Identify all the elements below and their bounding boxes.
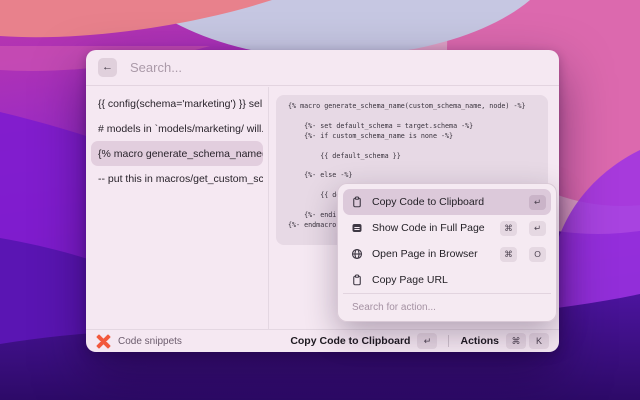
key-badge-return: ↵ — [529, 194, 546, 210]
menu-item-copy-page-url[interactable]: Copy Page URL — [343, 267, 551, 293]
action-menu: Copy Code to Clipboard ↵ Show Code in Fu… — [337, 183, 557, 322]
app-window-icon — [351, 222, 363, 234]
key-badge-return: ↵ — [529, 220, 546, 236]
back-button[interactable]: ← — [98, 58, 117, 77]
menu-item-label: Show Code in Full Page — [372, 222, 485, 234]
key-badge-k: K — [529, 333, 549, 349]
key-badge-o: O — [529, 246, 546, 262]
menu-item-open-in-browser[interactable]: Open Page in Browser ⌘ O — [343, 241, 551, 267]
globe-icon — [351, 248, 363, 260]
desktop: ← {{ config(schema='marketing') }} sel..… — [0, 0, 640, 400]
action-search-input[interactable]: Search for action... — [343, 293, 551, 321]
key-badge-cmd: ⌘ — [506, 333, 526, 349]
menu-item-label: Copy Page URL — [372, 274, 448, 286]
extension-logo-icon — [96, 334, 111, 349]
status-bar: Code snippets Copy Code to Clipboard ↵ A… — [86, 329, 559, 352]
menu-item-copy-code[interactable]: Copy Code to Clipboard ↵ — [343, 189, 551, 215]
search-bar: ← — [86, 50, 559, 86]
key-badge-cmd: ⌘ — [500, 246, 517, 262]
clipboard-icon — [351, 196, 363, 208]
snippet-list-item[interactable]: # models in `models/marketing/ will... — [91, 116, 263, 141]
snippet-list: {{ config(schema='marketing') }} sel... … — [86, 87, 269, 329]
extension-name: Code snippets — [118, 335, 182, 347]
actions-button[interactable]: Actions — [460, 335, 499, 347]
statusbar-divider — [448, 335, 450, 347]
menu-item-show-full-page[interactable]: Show Code in Full Page ⌘ ↵ — [343, 215, 551, 241]
raycast-window: ← {{ config(schema='marketing') }} sel..… — [86, 50, 559, 352]
snippet-list-item[interactable]: {{ config(schema='marketing') }} sel... — [91, 91, 263, 116]
menu-item-label: Open Page in Browser — [372, 248, 478, 260]
snippet-list-item[interactable]: -- put this in macros/get_custom_sc... — [91, 166, 263, 191]
key-badge-return: ↵ — [417, 333, 438, 349]
clipboard-icon — [351, 274, 363, 286]
primary-action-button[interactable]: Copy Code to Clipboard — [290, 335, 410, 347]
search-input[interactable] — [128, 59, 547, 76]
menu-item-label: Copy Code to Clipboard — [372, 196, 485, 208]
back-arrow-icon: ← — [102, 61, 113, 73]
key-badge-cmd: ⌘ — [500, 220, 517, 236]
snippet-list-item-selected[interactable]: {% macro generate_schema_name(c... — [91, 141, 263, 166]
